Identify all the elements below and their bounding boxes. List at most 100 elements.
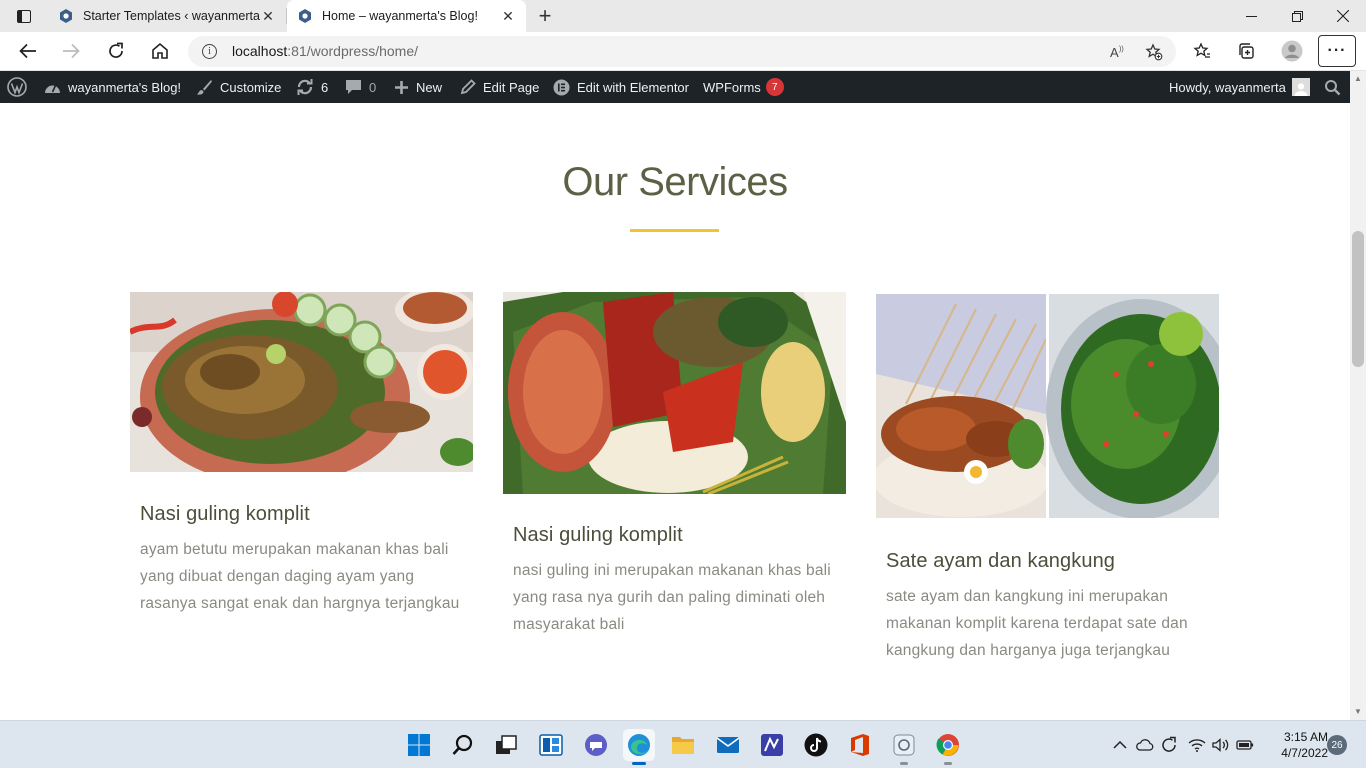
user-silhouette-icon	[1294, 83, 1308, 96]
new-content-menu[interactable]: New	[394, 71, 442, 103]
edit-page-link[interactable]: Edit Page	[460, 71, 539, 103]
edit-elementor-label: Edit with Elementor	[577, 79, 689, 95]
wordpress-hex-favicon-icon	[60, 9, 72, 23]
sync-icon	[1162, 736, 1176, 752]
wp-admin-bar: wayanmerta's Blog! Customize 6 0 New Edi…	[0, 71, 1350, 103]
forward-button[interactable]	[56, 36, 86, 66]
collections-button[interactable]	[1231, 36, 1261, 66]
services-heading: Our Services	[562, 160, 788, 204]
comments-link[interactable]: 0	[345, 71, 376, 103]
wpforms-menu[interactable]: WPForms 7	[703, 71, 784, 103]
wp-logo-menu[interactable]	[7, 71, 27, 103]
widgets-button[interactable]	[535, 729, 567, 761]
task-view-button[interactable]	[490, 729, 522, 761]
close-window-button[interactable]	[1320, 0, 1366, 32]
edit-with-elementor-link[interactable]: Edit with Elementor	[553, 71, 689, 103]
wordpress-logo-icon	[7, 77, 27, 97]
running-indicator	[944, 762, 952, 765]
site-name-menu[interactable]: wayanmerta's Blog!	[44, 71, 181, 103]
profile-avatar-icon	[1281, 40, 1303, 62]
address-bar[interactable]: i localhost:81/wordpress/home/ A))	[188, 36, 1176, 67]
customize-link[interactable]: Customize	[196, 71, 281, 103]
office-icon	[851, 734, 869, 756]
comments-count: 0	[369, 79, 377, 95]
cloud-icon	[1136, 739, 1154, 751]
file-explorer-button[interactable]	[667, 729, 699, 761]
close-icon	[1337, 10, 1349, 22]
search-taskbar-button[interactable]	[447, 729, 479, 761]
service-title: Sate ayam dan kangkung	[886, 550, 1116, 572]
settings-more-button[interactable]: ···	[1318, 35, 1356, 67]
running-indicator	[900, 762, 908, 765]
active-indicator	[632, 762, 646, 765]
taskbar-clock[interactable]: 3:15 AM 4/7/2022	[1262, 729, 1328, 761]
tiktok-icon	[804, 733, 828, 757]
browser-tab-bar: Starter Templates ‹ wayanmerta’s Blog! ✕…	[0, 0, 1366, 32]
battery-icon	[1236, 740, 1254, 750]
close-tab-icon[interactable]: ✕	[260, 8, 276, 24]
tab-home[interactable]: Home – wayanmerta's Blog! ✕	[287, 0, 526, 32]
chrome-button[interactable]	[932, 729, 964, 765]
refresh-icon	[109, 42, 123, 58]
show-hidden-icons-button[interactable]	[1113, 721, 1127, 769]
volume-tray[interactable]	[1212, 721, 1230, 769]
sync-tray[interactable]	[1160, 721, 1178, 769]
updates-link[interactable]: 6	[296, 71, 328, 103]
tab-title: Starter Templates ‹ wayanmerta’s Blog!	[83, 9, 260, 23]
taskbar-edge-button[interactable]	[623, 729, 655, 765]
wpforms-label: WPForms	[703, 79, 761, 95]
battery-tray[interactable]	[1236, 721, 1254, 769]
new-tab-button[interactable]: +	[532, 3, 558, 29]
app-icon	[761, 734, 783, 756]
mail-button[interactable]	[712, 729, 744, 761]
add-favorite-icon[interactable]	[1144, 42, 1164, 62]
teams-chat-button[interactable]	[580, 729, 612, 761]
read-aloud-icon[interactable]: A))	[1108, 42, 1128, 62]
arrow-right-icon	[63, 43, 80, 59]
my-account-menu[interactable]: Howdy, wayanmerta	[1169, 71, 1310, 103]
edit-page-label: Edit Page	[483, 79, 540, 95]
arrow-left-icon	[19, 43, 36, 59]
more-dots-icon: ···	[1327, 42, 1347, 59]
scroll-down-arrow-icon[interactable]: ▼	[1353, 707, 1363, 717]
restore-button[interactable]	[1274, 0, 1320, 32]
close-tab-icon[interactable]: ✕	[500, 8, 516, 24]
wpforms-notification-badge: 7	[765, 78, 784, 96]
admin-bar-search[interactable]	[1324, 71, 1341, 103]
chat-icon	[585, 734, 607, 756]
user-avatar	[1291, 78, 1310, 96]
scrollbar-thumb[interactable]	[1352, 231, 1364, 367]
tab-actions-icon	[17, 9, 31, 23]
favorites-button[interactable]	[1187, 36, 1217, 66]
minimize-button[interactable]	[1228, 0, 1274, 32]
service-image-nasi-guling	[503, 292, 846, 494]
wifi-tray[interactable]	[1188, 721, 1206, 769]
tab-actions-menu-button[interactable]	[8, 4, 40, 28]
home-button[interactable]	[145, 36, 175, 66]
office-button[interactable]	[844, 729, 876, 761]
onedrive-tray[interactable]	[1136, 721, 1154, 769]
tab-starter-templates[interactable]: Starter Templates ‹ wayanmerta’s Blog! ✕	[48, 0, 286, 32]
search-icon	[452, 734, 473, 755]
url-text[interactable]: localhost:81/wordpress/home/	[232, 43, 418, 59]
start-button[interactable]	[403, 729, 435, 761]
page-scrollbar[interactable]: ▲ ▼	[1350, 71, 1366, 720]
site-name-label: wayanmerta's Blog!	[68, 79, 182, 95]
scroll-up-arrow-icon[interactable]: ▲	[1353, 74, 1363, 84]
speaker-icon	[1212, 738, 1229, 752]
wifi-icon	[1188, 739, 1206, 752]
comment-bubble-icon	[345, 79, 362, 95]
back-button[interactable]	[13, 36, 43, 66]
folder-icon	[672, 737, 694, 754]
snipping-tool-button[interactable]	[888, 729, 920, 765]
service-description: ayam betutu merupakan makanan khas bali …	[140, 541, 460, 612]
service-image-sate-kangkung	[876, 294, 1219, 518]
paintbrush-icon	[196, 79, 213, 96]
profile-button[interactable]	[1277, 36, 1307, 66]
tiktok-button[interactable]	[800, 729, 832, 761]
notification-count-badge[interactable]: 26	[1327, 735, 1347, 755]
site-info-icon[interactable]: i	[202, 44, 217, 59]
vscode-like-app-button[interactable]	[756, 729, 788, 761]
minimize-icon	[1245, 15, 1257, 17]
refresh-button[interactable]	[101, 36, 131, 66]
